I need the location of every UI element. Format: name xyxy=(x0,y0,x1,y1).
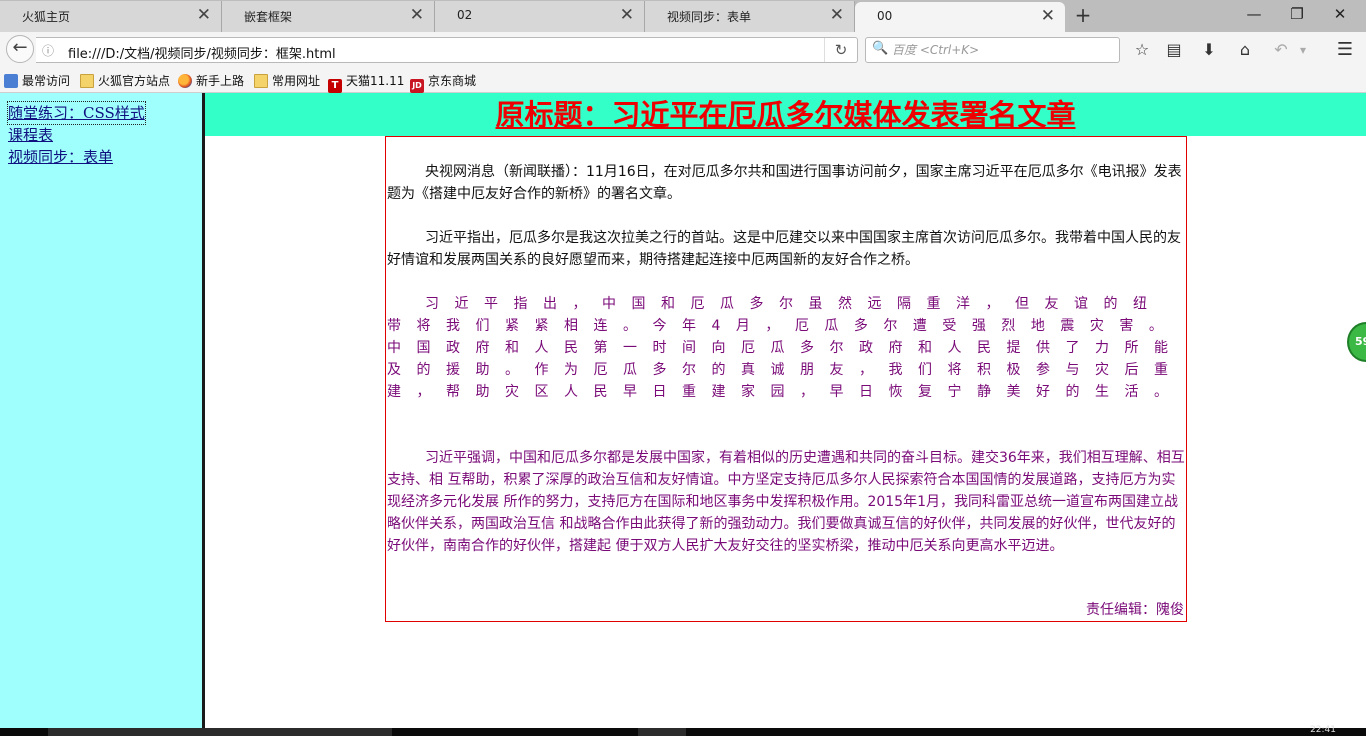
bookmark-star-icon[interactable]: ☆ xyxy=(1131,40,1153,60)
back-arrow-icon: ← xyxy=(12,37,28,58)
bookmarks-toolbar: 最常访问 火狐官方站点 新手上路 常用网址 T 天猫11.11 JD 京东商城 xyxy=(0,68,1366,93)
undo-icon[interactable]: ↶ xyxy=(1270,40,1292,60)
home-icon[interactable]: ⌂ xyxy=(1234,40,1256,60)
nav-link-video-sync-form[interactable]: 视频同步：表单 xyxy=(8,146,145,168)
bookmark-label: 火狐官方站点 xyxy=(98,74,171,88)
nav-link-timetable[interactable]: 课程表 xyxy=(8,124,145,146)
reload-icon[interactable]: ↻ xyxy=(824,38,857,62)
url-text[interactable]: file:///D:/文档/视频同步/视频同步：框架.html xyxy=(68,43,336,62)
bookmark-tmall[interactable]: T 天猫11.11 xyxy=(328,72,404,93)
article-paragraph-2: 习近平指出，厄瓜多尔是我这次拉美之行的首站。这是中厄建交以来中国国家主席首次访问… xyxy=(387,230,1181,268)
restore-button[interactable]: ❐ xyxy=(1279,4,1315,24)
tab-00-active[interactable]: 00 ✕ xyxy=(855,2,1065,32)
left-nav-frame: 随堂练习：CSS样式 课程表 视频同步：表单 xyxy=(0,93,202,728)
minimize-button[interactable]: — xyxy=(1236,4,1272,24)
bookmark-label: 京东商城 xyxy=(428,74,477,88)
tab-02[interactable]: 02 ✕ xyxy=(435,1,645,32)
nav-link-css-practice[interactable]: 随堂练习：CSS样式 xyxy=(7,101,146,125)
main-content-frame: 原标题：习近平在厄瓜多尔媒体发表署名文章 央视网消息（新闻联播）：11月16日，… xyxy=(205,93,1366,728)
tab-title: 视频同步：表单 xyxy=(667,10,752,24)
nav-link-list: 随堂练习：CSS样式 课程表 视频同步：表单 xyxy=(0,101,146,168)
bookmark-most-visited[interactable]: 最常访问 xyxy=(4,72,70,89)
menu-icon[interactable]: ☰ xyxy=(1334,40,1356,60)
tab-nested-frames[interactable]: 嵌套框架 ✕ xyxy=(222,1,435,32)
tab-title: 嵌套框架 xyxy=(244,10,293,24)
article-paragraph-3: 习近平指出，中国和厄瓜多尔虽然远隔重洋，但友谊的纽带将我们紧紧相连。今年4月，厄… xyxy=(387,296,1184,400)
responsible-editor: 责任编辑：隗俊 xyxy=(1086,602,1184,618)
reading-list-icon[interactable]: ▤ xyxy=(1163,40,1185,60)
download-icon[interactable]: ⬇ xyxy=(1198,40,1220,60)
taskbar: 22:41 xyxy=(0,725,1366,736)
bookmark-label: 常用网址 xyxy=(272,74,321,88)
close-icon[interactable]: ✕ xyxy=(830,6,844,24)
folder-icon xyxy=(254,74,268,88)
folder-icon xyxy=(80,74,94,88)
bookmark-common-sites[interactable]: 常用网址 xyxy=(254,72,320,89)
taskbar-clock: 22:41 xyxy=(1310,725,1336,735)
close-icon[interactable]: ✕ xyxy=(197,6,211,24)
new-tab-button[interactable]: + xyxy=(1071,3,1095,27)
taskbar-item[interactable] xyxy=(638,728,686,736)
bookmark-getting-started[interactable]: 新手上路 xyxy=(178,72,244,89)
article-paragraph-1: 央视网消息（新闻联播）：11月16日，在对厄瓜多尔共和国进行国事访问前夕，国家主… xyxy=(387,164,1182,202)
back-button[interactable]: ← xyxy=(6,35,34,63)
tab-firefox-home[interactable]: 火狐主页 ✕ xyxy=(0,1,222,32)
bookmark-label: 新手上路 xyxy=(196,74,245,88)
dropdown-icon[interactable]: ▾ xyxy=(1296,40,1310,60)
article-box: 央视网消息（新闻联播）：11月16日，在对厄瓜多尔共和国进行国事访问前夕，国家主… xyxy=(385,136,1187,622)
most-visited-icon xyxy=(4,74,18,88)
navigation-toolbar: ← ⓘ file:///D:/文档/视频同步/视频同步：框架.html ↻ 🔍 … xyxy=(0,32,1366,68)
tmall-icon: T xyxy=(328,79,342,93)
bookmark-label: 天猫11.11 xyxy=(346,74,405,88)
close-icon[interactable]: ✕ xyxy=(410,6,424,24)
search-bar[interactable]: 🔍 xyxy=(865,37,1120,63)
bookmark-firefox-official[interactable]: 火狐官方站点 xyxy=(80,72,170,89)
bookmark-label: 最常访问 xyxy=(22,74,71,88)
firefox-icon xyxy=(178,74,192,88)
tab-video-sync-form[interactable]: 视频同步：表单 ✕ xyxy=(645,1,855,32)
close-icon[interactable]: ✕ xyxy=(1041,7,1055,25)
tab-title: 火狐主页 xyxy=(22,10,71,24)
article-paragraph-4: 习近平强调，中国和厄瓜多尔都是发展中国家，有着相似的历史遭遇和共同的奋斗目标。建… xyxy=(387,450,1185,554)
article-title: 原标题：习近平在厄瓜多尔媒体发表署名文章 xyxy=(495,98,1076,132)
tab-title: 00 xyxy=(877,9,893,23)
address-bar[interactable]: ⓘ file:///D:/文档/视频同步/视频同步：框架.html ↻ xyxy=(36,37,858,63)
search-input[interactable] xyxy=(892,40,1112,60)
search-icon: 🔍 xyxy=(872,41,889,56)
close-icon[interactable]: ✕ xyxy=(620,6,634,24)
title-band: 原标题：习近平在厄瓜多尔媒体发表署名文章 xyxy=(205,93,1366,136)
bookmark-jd[interactable]: JD 京东商城 xyxy=(410,72,476,93)
window-close-button[interactable]: ✕ xyxy=(1322,4,1358,24)
taskbar-item[interactable] xyxy=(48,728,392,736)
info-icon[interactable]: ⓘ xyxy=(42,42,54,59)
jd-icon: JD xyxy=(410,79,424,93)
tab-strip: 火狐主页 ✕ 嵌套框架 ✕ 02 ✕ 视频同步：表单 ✕ 00 ✕ + — ❐ … xyxy=(0,0,1366,32)
tab-title: 02 xyxy=(457,8,473,22)
